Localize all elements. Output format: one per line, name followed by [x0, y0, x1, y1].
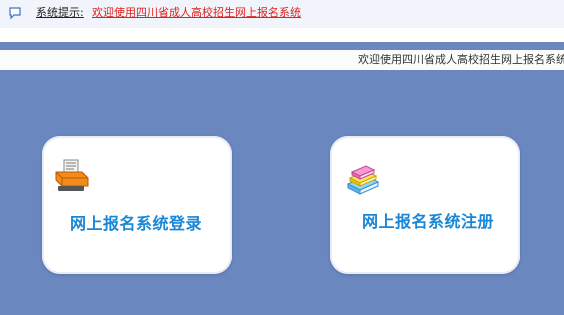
- notice-bar: 系统提示: 欢迎使用四川省成人高校招生网上报名系统: [0, 0, 564, 28]
- register-label: 网上报名系统注册: [362, 212, 495, 231]
- notice-label: 系统提示:: [36, 6, 84, 19]
- printer-icon: [55, 159, 89, 191]
- register-card[interactable]: 网上报名系统注册: [330, 136, 520, 274]
- header-divider: [0, 28, 564, 42]
- main-area: 网上报名系统登录 网上报名系统注册: [0, 86, 564, 315]
- notice-message-link[interactable]: 欢迎使用四川省成人高校招生网上报名系统: [92, 6, 301, 20]
- login-card[interactable]: 网上报名系统登录: [42, 136, 232, 274]
- marquee-text: 欢迎使用四川省成人高校招生网上报名系统: [358, 53, 564, 66]
- marquee-band: 欢迎使用四川省成人高校招生网上报名系统: [0, 50, 564, 70]
- speech-bubble-icon: [9, 7, 21, 20]
- login-label: 网上报名系统登录: [70, 214, 203, 233]
- books-icon: [346, 165, 380, 195]
